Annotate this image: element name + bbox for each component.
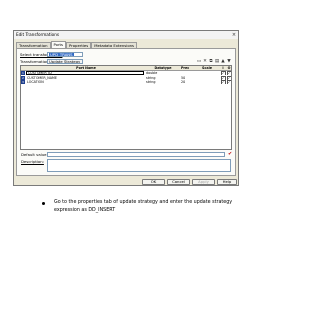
datatype-cell[interactable]: string	[145, 80, 180, 84]
output-checkbox[interactable]: ✓	[226, 80, 231, 84]
column-header-datatype[interactable]: Datatype	[145, 66, 180, 70]
select-transformation-value: UPD_TRANS	[49, 52, 74, 57]
prec-cell[interactable]	[180, 71, 195, 75]
dialog-title: Edit Transformations	[16, 32, 60, 37]
help-button[interactable]: Help	[217, 179, 237, 185]
prec-cell[interactable]: 20	[180, 80, 195, 84]
column-header-o[interactable]: O	[226, 66, 231, 70]
validate-check-icon[interactable]: ✔	[228, 151, 232, 157]
default-value-label: Default value:	[21, 152, 48, 157]
datatype-cell[interactable]: string	[145, 76, 180, 80]
select-transformation-dropdown[interactable]: UPD_TRANS	[47, 52, 83, 57]
description-label: Description:	[21, 159, 44, 164]
edit-transformations-dialog: Edit Transformations × Transformation Po…	[13, 30, 239, 186]
description-textarea[interactable]	[47, 159, 231, 172]
output-checkbox[interactable]: ✓	[226, 75, 231, 80]
prec-cell[interactable]: 50	[180, 76, 195, 80]
instruction-text: Go to the properties tab of update strat…	[54, 200, 233, 213]
port-name-cell[interactable]: CUSTOMER_NAME	[26, 76, 145, 80]
output-checkbox[interactable]: ✓	[226, 71, 231, 75]
table-row[interactable]: 3 LOCATION string 20 ✓ ✓	[21, 80, 231, 84]
close-icon[interactable]: ×	[231, 32, 237, 38]
row-number: 3	[21, 80, 25, 84]
ports-panel: Select transformation: UPD_TRANS Transfo…	[16, 48, 236, 176]
ports-table: Port Name Datatype Prec Scale I O 1 CUST…	[20, 65, 232, 150]
port-name-cell[interactable]: CUSTOMER_ID	[26, 71, 144, 75]
column-header-prec[interactable]: Prec	[180, 66, 195, 70]
column-header-scale[interactable]: Scale	[195, 66, 219, 70]
apply-button[interactable]: Apply	[192, 179, 215, 185]
default-value-input[interactable]	[47, 152, 225, 157]
cancel-button[interactable]: Cancel	[167, 179, 190, 185]
dialog-buttons: OK Cancel Apply Help	[14, 179, 238, 185]
dialog-title-bar: Edit Transformations ×	[14, 31, 238, 39]
ok-button[interactable]: OK	[142, 179, 165, 185]
row-number: 2	[21, 75, 25, 80]
column-header-port-name[interactable]: Port Name	[26, 66, 145, 70]
ports-toolbar: ▭ ✕ ⧉ ▤ ▲ ▼	[196, 59, 232, 64]
table-row[interactable]: 2 CUSTOMER_NAME string 50 ✓ ✓	[21, 75, 231, 80]
scale-cell[interactable]	[195, 80, 219, 84]
transformation-type-field: Update Strategy	[47, 59, 83, 64]
scale-cell[interactable]	[195, 76, 219, 80]
table-row[interactable]: 1 CUSTOMER_ID double ✓ ✓	[21, 71, 231, 75]
port-name-cell[interactable]: LOCATION	[26, 80, 145, 84]
row-number: 1	[21, 71, 25, 75]
datatype-cell[interactable]: double	[145, 71, 180, 75]
scale-cell[interactable]	[195, 71, 219, 75]
move-down-icon[interactable]: ▼	[226, 59, 232, 64]
bullet-icon	[42, 201, 45, 205]
